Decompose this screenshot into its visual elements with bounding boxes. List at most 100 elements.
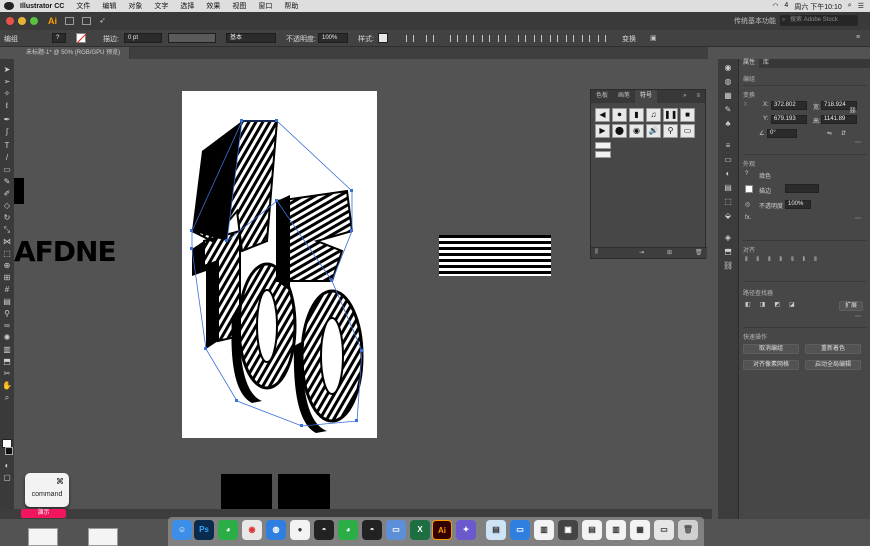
app-icon[interactable]: ● xyxy=(290,520,310,540)
qq-icon[interactable]: ◓ xyxy=(314,520,334,540)
mesh-tool-icon[interactable]: # xyxy=(2,285,12,294)
curvature-tool-icon[interactable]: ∫ xyxy=(2,127,12,136)
bridge-icon[interactable] xyxy=(65,17,74,25)
brushes-panel-icon[interactable]: ✎ xyxy=(723,105,733,114)
image-file-icon[interactable]: ▣ xyxy=(558,520,578,540)
artboards-panel-icon[interactable]: ⬒ xyxy=(723,247,733,256)
menu-window[interactable]: 窗口 xyxy=(258,1,272,11)
distribute-top-icon[interactable] xyxy=(518,35,526,42)
delete-symbol-icon[interactable]: 🗑 xyxy=(695,249,703,256)
symbol-bar-small[interactable] xyxy=(595,142,611,149)
color-panel-icon[interactable]: ◉ xyxy=(723,63,733,72)
file-5-icon[interactable]: ▭ xyxy=(654,520,674,540)
graphic-style-swatch[interactable] xyxy=(378,33,388,43)
fill-dropdown[interactable]: ? xyxy=(52,33,66,43)
distribute-middle-icon[interactable] xyxy=(534,35,542,42)
blend-tool-icon[interactable]: ∞ xyxy=(2,321,12,330)
chrome-icon[interactable]: ◉ xyxy=(242,520,262,540)
pasteboard-text-afdne[interactable]: AFDNE xyxy=(14,235,117,268)
width-tool-icon[interactable]: ⋈ xyxy=(2,237,12,246)
menu-file[interactable]: 文件 xyxy=(76,1,90,11)
brush-definition-dropdown[interactable]: 基本 xyxy=(226,33,276,43)
preview-icon[interactable]: ▭ xyxy=(386,520,406,540)
symbol-target-icon[interactable]: ◉ xyxy=(629,124,644,138)
opacity-input[interactable]: 100% xyxy=(785,200,811,209)
finder-icon[interactable]: ☺ xyxy=(172,520,192,540)
menu-edit[interactable]: 编辑 xyxy=(102,1,116,11)
panel-collapse-icon[interactable]: » xyxy=(678,90,691,103)
desktop-file-thumbnail-2[interactable] xyxy=(88,528,118,546)
height-input[interactable]: 1141.89 xyxy=(821,115,857,124)
stroke-none-swatch[interactable] xyxy=(745,185,753,193)
artboard[interactable] xyxy=(182,91,377,438)
direct-selection-tool-icon[interactable]: ➢ xyxy=(2,77,12,86)
distribute-right-icon[interactable] xyxy=(598,35,606,42)
menu-select[interactable]: 选择 xyxy=(180,1,194,11)
wifi-icon[interactable]: ◠ xyxy=(772,2,778,12)
type-tool-icon[interactable]: T xyxy=(2,141,12,150)
opacity-label[interactable]: 不透明度 xyxy=(759,201,783,210)
place-symbol-icon[interactable]: ⇥ xyxy=(639,249,644,256)
file-3-icon[interactable]: ▥ xyxy=(606,520,626,540)
menu-help[interactable]: 帮助 xyxy=(284,1,298,11)
menu-object[interactable]: 对象 xyxy=(128,1,142,11)
qq-2-icon[interactable]: ◓ xyxy=(362,520,382,540)
eraser-tool-icon[interactable]: ◇ xyxy=(2,201,12,210)
selection-tool-icon[interactable]: ➤ xyxy=(2,65,12,74)
align-to-pixel-grid-button[interactable]: 对齐像素网格 xyxy=(743,360,799,370)
spotlight-icon[interactable]: ⌕ xyxy=(848,2,852,12)
image-trace-icon[interactable]: ⬙ xyxy=(723,211,733,220)
file-4-icon[interactable]: ▦ xyxy=(630,520,650,540)
align-top-icon[interactable] xyxy=(466,35,474,42)
search-stock-input[interactable]: 搜索 Adobe Stock xyxy=(780,15,858,26)
symbol-pause-icon[interactable]: ❚❚ xyxy=(663,108,678,122)
menu-view[interactable]: 视图 xyxy=(232,1,246,11)
workspace-switcher[interactable]: 传统基本功能 xyxy=(734,16,776,26)
rotation-input[interactable]: 0° xyxy=(767,129,797,138)
align-buttons-row[interactable]: ⫴⫴⫴⫴⫴⫴⫴ xyxy=(745,257,826,264)
tab-swatches[interactable]: 色板 xyxy=(591,90,613,103)
apple-icon[interactable] xyxy=(4,2,14,10)
panel-menu-icon[interactable]: ≡ xyxy=(691,90,705,103)
gradient-tool-icon[interactable]: ▤ xyxy=(2,297,12,306)
browser-icon[interactable]: ◍ xyxy=(266,520,286,540)
distribute-bottom-icon[interactable] xyxy=(550,35,558,42)
constrain-proportions-icon[interactable]: ⛓ xyxy=(849,107,857,114)
symbol-record-icon[interactable]: ⏺ xyxy=(612,108,627,122)
lasso-tool-icon[interactable]: ℓ xyxy=(2,101,12,110)
align-center-icon[interactable] xyxy=(426,35,434,42)
app-name-menu[interactable]: Illustrator CC xyxy=(20,3,64,10)
tab-properties[interactable]: 属性 xyxy=(739,59,760,68)
hand-tool-icon[interactable]: ✋ xyxy=(2,381,12,390)
symbol-sprayer-tool-icon[interactable]: ✺ xyxy=(2,333,12,342)
tab-libraries[interactable]: 库 xyxy=(759,59,773,68)
symbol-stop-icon[interactable]: ■ xyxy=(680,108,695,122)
align-bottom-icon[interactable] xyxy=(498,35,506,42)
rotate-tool-icon[interactable]: ↻ xyxy=(2,213,12,222)
scale-tool-icon[interactable]: ⤡ xyxy=(2,225,12,234)
flip-vertical-icon[interactable]: ⇵ xyxy=(841,130,846,137)
column-graph-tool-icon[interactable]: ▥ xyxy=(2,345,12,354)
stroke-label[interactable]: 描边 xyxy=(759,186,771,195)
recolor-button[interactable]: 重新着色 xyxy=(805,344,861,354)
fx-icon[interactable]: fx. xyxy=(745,215,751,221)
isolate-group-icon[interactable]: ▣ xyxy=(650,34,657,42)
document-tab[interactable]: 未标题-1* @ 50% (RGB/GPU 预览) xyxy=(20,47,130,59)
pen-tool-icon[interactable]: ✒ xyxy=(2,115,12,124)
desktop-file-thumbnail[interactable] xyxy=(28,528,58,546)
align-right-icon[interactable] xyxy=(450,35,458,42)
line-tool-icon[interactable]: / xyxy=(2,153,12,162)
minimize-window-icon[interactable] xyxy=(18,17,26,25)
menu-effect[interactable]: 效果 xyxy=(206,1,220,11)
align-middle-icon[interactable] xyxy=(482,35,490,42)
trash-icon[interactable]: 🗑 xyxy=(678,520,698,540)
stroke-panel-icon[interactable]: ≡ xyxy=(723,141,733,150)
symbol-stop-bar-icon[interactable]: ▮ xyxy=(629,108,644,122)
screen-mode-icon[interactable]: ▢ xyxy=(2,473,12,482)
ae100-striped-artwork[interactable] xyxy=(182,91,377,438)
symbol-slider-icon[interactable]: ▭ xyxy=(680,124,695,138)
file-icon[interactable]: ▥ xyxy=(534,520,554,540)
symbol-libraries-icon[interactable]: ⫼ xyxy=(595,249,598,256)
pathfinder-buttons-row[interactable]: ◧◨◩◪ xyxy=(745,301,804,308)
black-rectangle-right[interactable] xyxy=(278,474,330,509)
